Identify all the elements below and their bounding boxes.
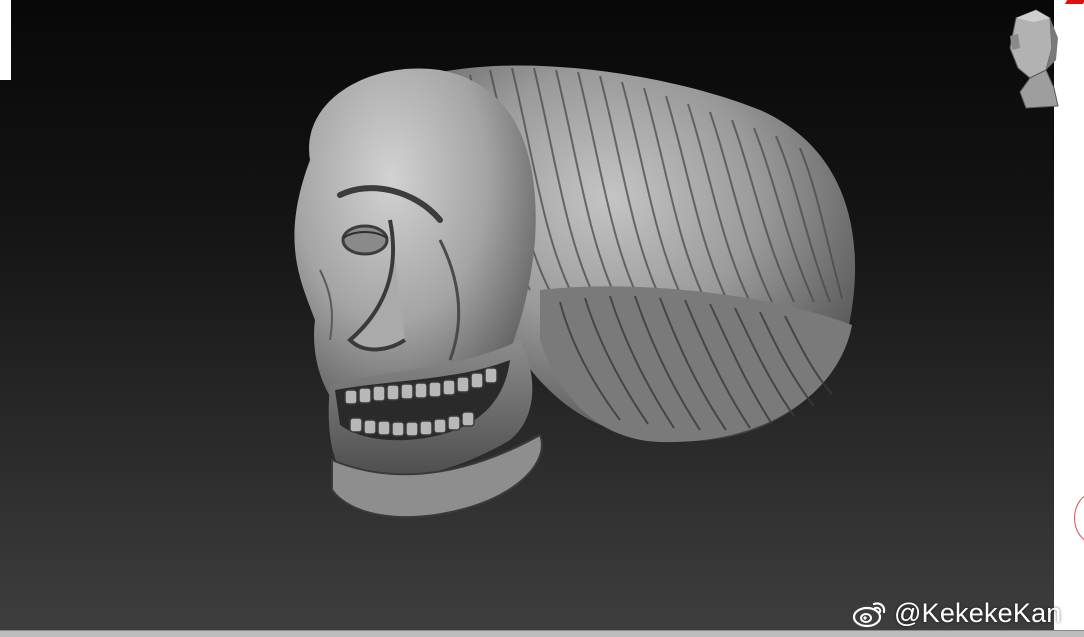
- corner-panel: [0, 0, 11, 80]
- red-accent-mark: [1064, 0, 1084, 4]
- app-window: @KekekeKan: [0, 0, 1084, 637]
- watermark: @KekekeKan: [852, 596, 1062, 630]
- status-strip: [0, 630, 1084, 637]
- weibo-logo-icon: [852, 602, 886, 628]
- 3d-viewport[interactable]: [0, 0, 1054, 630]
- watermark-handle: @KekekeKan: [894, 597, 1062, 628]
- sculpt-model[interactable]: [240, 40, 880, 540]
- head-navigation-icon[interactable]: [996, 8, 1068, 114]
- eye: [341, 224, 389, 256]
